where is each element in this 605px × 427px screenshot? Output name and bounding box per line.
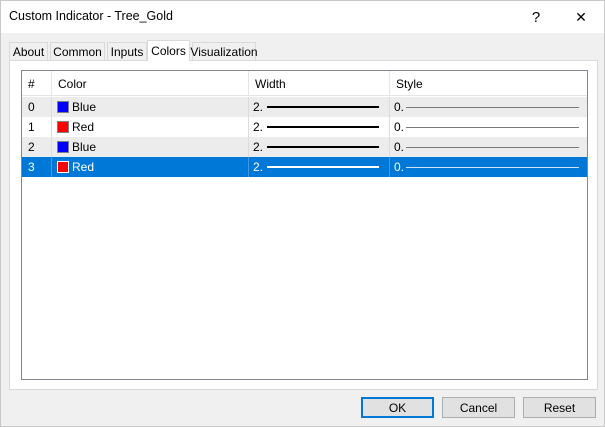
style-value: 0. <box>394 100 405 114</box>
reset-button[interactable]: Reset <box>523 397 596 418</box>
list-header: # Color Width Style <box>22 71 587 96</box>
style-line-preview <box>406 147 579 148</box>
ok-button[interactable]: OK <box>361 397 434 418</box>
style-value: 0. <box>394 120 405 134</box>
table-row[interactable]: 0 Blue 2. 0. <box>22 97 587 117</box>
header-width[interactable]: Width <box>249 71 390 96</box>
color-name: Blue <box>72 140 97 154</box>
title-bar: Custom Indicator - Tree_Gold ? ✕ <box>1 1 604 33</box>
width-line-preview <box>267 146 379 148</box>
color-swatch <box>57 161 69 173</box>
row-index: 3 <box>22 157 52 177</box>
width-value: 2. <box>253 140 264 154</box>
color-swatch <box>57 121 69 133</box>
width-cell[interactable]: 2. <box>249 117 390 137</box>
style-line-preview <box>406 167 579 168</box>
close-icon[interactable]: ✕ <box>558 1 604 33</box>
width-line-preview <box>267 126 379 128</box>
width-line-preview <box>267 106 379 108</box>
colors-panel: # Color Width Style 0 Blue 2. 0. 1 Red 2… <box>9 60 598 390</box>
style-line-preview <box>406 127 579 128</box>
width-cell[interactable]: 2. <box>249 157 390 177</box>
color-cell[interactable]: Red <box>52 117 249 137</box>
cancel-button[interactable]: Cancel <box>442 397 515 418</box>
color-name: Red <box>72 120 95 134</box>
color-name: Blue <box>72 100 97 114</box>
style-line-preview <box>406 107 579 108</box>
style-cell[interactable]: 0. <box>390 157 587 177</box>
color-cell[interactable]: Blue <box>52 97 249 117</box>
header-color[interactable]: Color <box>52 71 249 96</box>
row-index: 1 <box>22 117 52 137</box>
style-value: 0. <box>394 160 405 174</box>
color-swatch <box>57 101 69 113</box>
style-cell[interactable]: 0. <box>390 137 587 157</box>
row-index: 0 <box>22 97 52 117</box>
tab-visualization[interactable]: Visualization <box>190 42 258 61</box>
help-icon[interactable]: ? <box>513 1 559 33</box>
width-value: 2. <box>253 100 264 114</box>
tab-common[interactable]: Common <box>50 42 105 61</box>
tab-colors[interactable]: Colors <box>147 40 190 61</box>
width-cell[interactable]: 2. <box>249 137 390 157</box>
window-title: Custom Indicator - Tree_Gold <box>9 9 173 23</box>
color-swatch <box>57 141 69 153</box>
style-cell[interactable]: 0. <box>390 97 587 117</box>
dialog-window: Custom Indicator - Tree_Gold ? ✕ About C… <box>0 0 605 427</box>
header-index[interactable]: # <box>22 71 52 96</box>
width-value: 2. <box>253 160 264 174</box>
tab-inputs[interactable]: Inputs <box>107 42 147 61</box>
row-index: 2 <box>22 137 52 157</box>
table-row[interactable]: 1 Red 2. 0. <box>22 117 587 137</box>
width-cell[interactable]: 2. <box>249 97 390 117</box>
color-cell[interactable]: Blue <box>52 137 249 157</box>
width-line-preview <box>267 166 379 168</box>
style-value: 0. <box>394 140 405 154</box>
table-row[interactable]: 2 Blue 2. 0. <box>22 137 587 157</box>
header-style[interactable]: Style <box>390 71 587 96</box>
color-name: Red <box>72 160 95 174</box>
style-cell[interactable]: 0. <box>390 117 587 137</box>
width-value: 2. <box>253 120 264 134</box>
tab-about[interactable]: About <box>9 42 48 61</box>
table-row-selected[interactable]: 3 Red 2. 0. <box>22 157 587 177</box>
color-cell[interactable]: Red <box>52 157 249 177</box>
colors-list[interactable]: # Color Width Style 0 Blue 2. 0. 1 Red 2… <box>21 70 588 380</box>
